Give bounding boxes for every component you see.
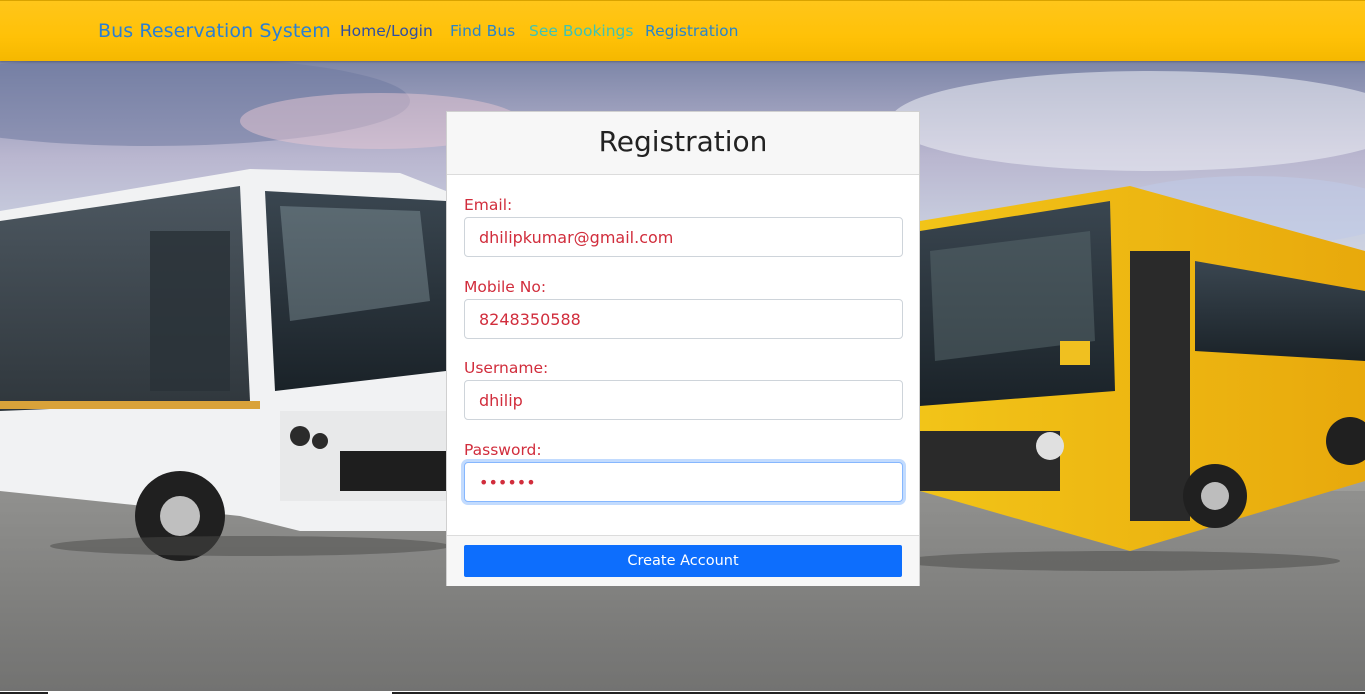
email-label: Email:	[464, 196, 513, 214]
mobile-field-group: Mobile No:	[464, 278, 903, 339]
brand-link[interactable]: Bus Reservation System	[98, 20, 331, 42]
nav-home-login[interactable]: Home/Login	[340, 22, 433, 40]
card-footer: Create Account	[447, 535, 919, 586]
nav-find-bus[interactable]: Find Bus	[450, 22, 515, 40]
password-field-group: Password:	[464, 441, 903, 502]
nav-see-bookings[interactable]: See Bookings	[529, 22, 633, 40]
navbar: Bus Reservation System Home/Login Find B…	[0, 0, 1365, 61]
email-field-group: Email:	[464, 196, 903, 257]
mobile-input[interactable]	[464, 299, 903, 339]
password-input[interactable]	[464, 462, 903, 502]
card-title: Registration	[447, 112, 919, 175]
create-account-button[interactable]: Create Account	[464, 545, 902, 577]
username-input[interactable]	[464, 380, 903, 420]
password-label: Password:	[464, 441, 542, 459]
divider	[0, 692, 48, 694]
nav-registration[interactable]: Registration	[645, 22, 738, 40]
email-input[interactable]	[464, 217, 903, 257]
mobile-label: Mobile No:	[464, 278, 547, 296]
username-label: Username:	[464, 359, 549, 377]
registration-card: Registration Email: Mobile No: Username:…	[446, 111, 920, 586]
username-field-group: Username:	[464, 359, 903, 420]
divider	[392, 692, 1365, 694]
